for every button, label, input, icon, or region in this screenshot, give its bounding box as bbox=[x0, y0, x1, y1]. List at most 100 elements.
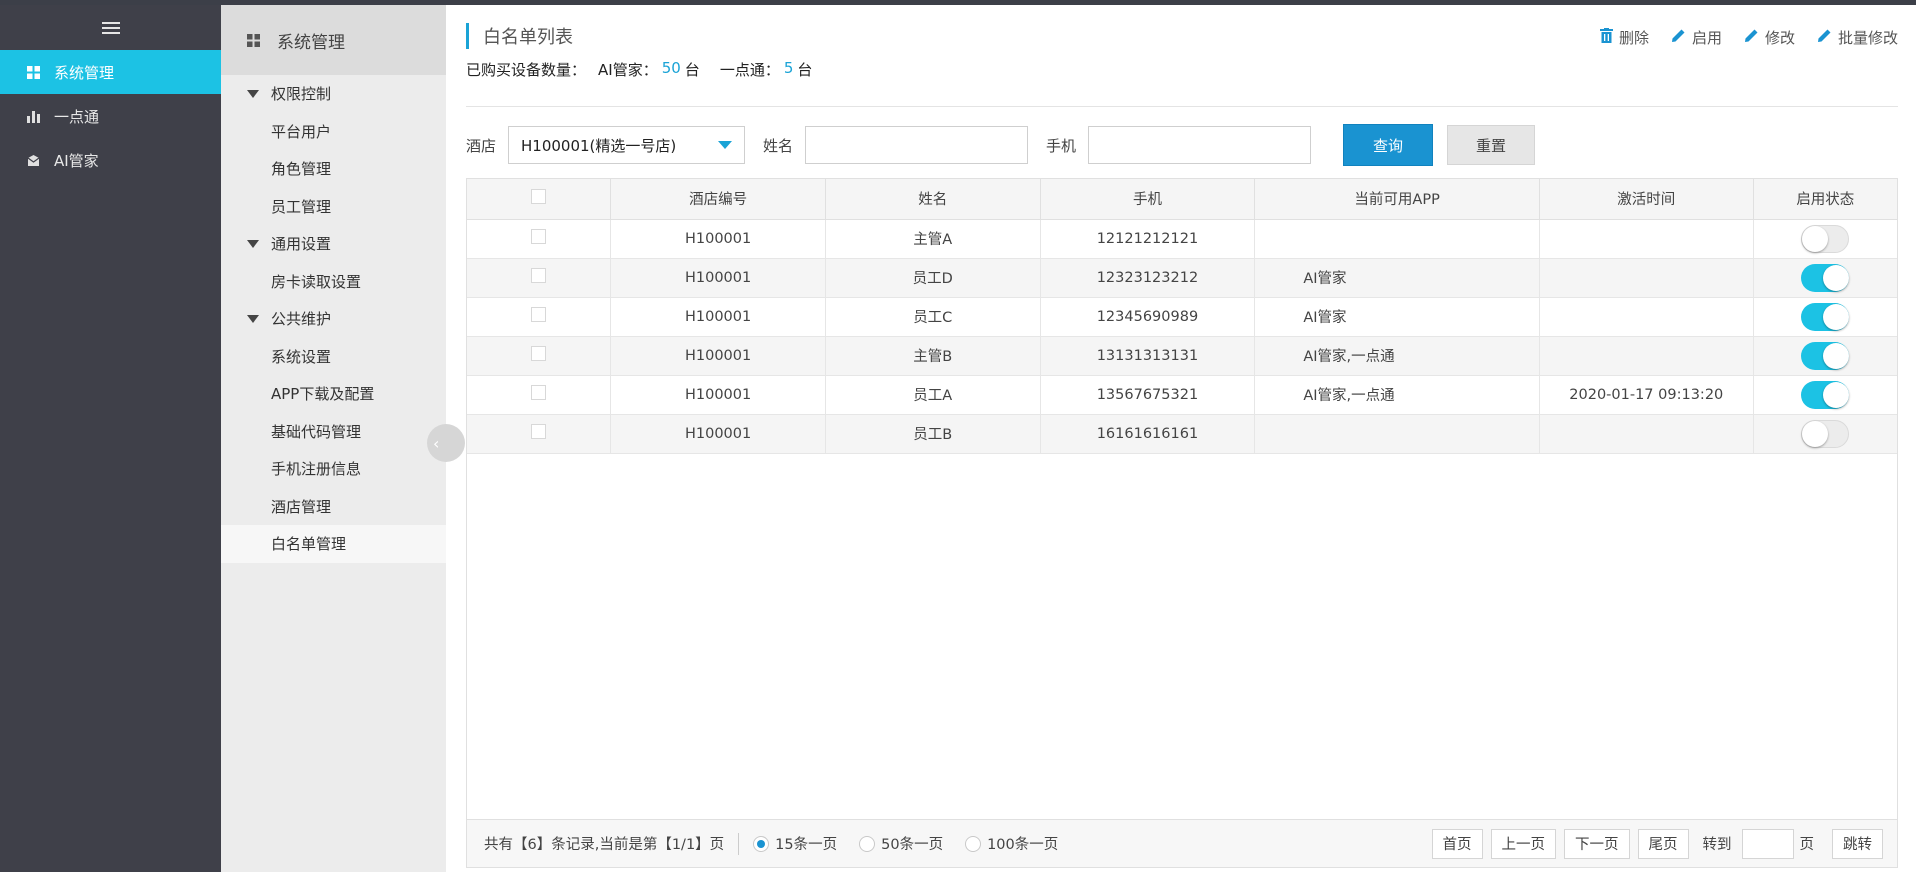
phone-cell: 16161616161 bbox=[1040, 414, 1256, 454]
submenu-group-maintenance[interactable]: 公共维护 bbox=[221, 300, 446, 338]
activation-time-cell bbox=[1539, 219, 1754, 259]
jump-button[interactable]: 跳转 bbox=[1832, 828, 1883, 859]
sidebar-item-system[interactable]: 系统管理 bbox=[0, 50, 221, 94]
delete-button[interactable]: 删除 bbox=[1599, 27, 1649, 48]
app-cell: AI管家 bbox=[1254, 258, 1540, 298]
submenu-item-staff[interactable]: 员工管理 bbox=[221, 188, 446, 226]
phone-input[interactable] bbox=[1088, 126, 1312, 164]
yidian-unit: 台 bbox=[797, 61, 813, 79]
item-label: 员工管理 bbox=[271, 197, 332, 216]
sidebar-item-ai-butler[interactable]: AI管家 bbox=[0, 138, 221, 182]
toolbar: 删除 启用 修改 批量修改 bbox=[1599, 27, 1898, 48]
status-toggle[interactable] bbox=[1801, 224, 1850, 253]
last-page-button[interactable]: 尾页 bbox=[1637, 828, 1689, 859]
activation-time-cell bbox=[1539, 297, 1754, 337]
query-button[interactable]: 查询 bbox=[1343, 124, 1434, 166]
table-row[interactable]: H100001 员工B 16161616161 bbox=[467, 414, 1897, 454]
status-toggle[interactable] bbox=[1801, 302, 1850, 331]
table-row[interactable]: H100001 员工C 12345690989 AI管家 bbox=[467, 297, 1897, 337]
submenu-group-permission[interactable]: 权限控制 bbox=[221, 75, 446, 113]
checkbox-cell bbox=[467, 336, 612, 376]
column-header: 启用状态 bbox=[1753, 179, 1897, 220]
row-checkbox[interactable] bbox=[531, 424, 547, 439]
summary-label: 已购买设备数量： bbox=[466, 61, 587, 79]
page-size-50-radio[interactable]: 50条一页 bbox=[859, 833, 943, 854]
sidebar-item-label: AI管家 bbox=[54, 151, 99, 170]
goto-label: 转到 bbox=[1702, 837, 1732, 853]
filter-bar: 酒店 H100001(精选一号店) 姓名 手机 查询 重置 bbox=[466, 122, 1536, 168]
status-cell bbox=[1753, 297, 1897, 337]
submenu-item-app-download[interactable]: APP下载及配置 bbox=[221, 375, 446, 413]
submenu-item-roles[interactable]: 角色管理 bbox=[221, 150, 446, 188]
name-input[interactable] bbox=[805, 126, 1029, 164]
page-size-100-radio[interactable]: 100条一页 bbox=[965, 833, 1058, 854]
status-toggle[interactable] bbox=[1801, 341, 1850, 370]
goto-page-input[interactable] bbox=[1741, 828, 1794, 859]
column-header: 手机 bbox=[1040, 179, 1256, 220]
batch-edit-button[interactable]: 批量修改 bbox=[1817, 27, 1898, 48]
row-checkbox[interactable] bbox=[531, 229, 547, 244]
prev-page-button[interactable]: 上一页 bbox=[1490, 828, 1556, 859]
phone-cell: 13567675321 bbox=[1040, 375, 1256, 415]
sidebar-item-yidiantong[interactable]: 一点通 bbox=[0, 94, 221, 138]
table-row[interactable]: H100001 员工D 12323123212 AI管家 bbox=[467, 258, 1897, 298]
item-label: APP下载及配置 bbox=[271, 385, 375, 404]
status-toggle[interactable] bbox=[1801, 380, 1850, 409]
submenu-item-system-settings[interactable]: 系统设置 bbox=[221, 338, 446, 376]
name-cell: 员工B bbox=[825, 414, 1041, 454]
main-content: 白名单列表 已购买设备数量： AI管家： 50 台 一点通： 5 台 删除 启用… bbox=[446, 5, 1916, 872]
submenu-item-platform-users[interactable]: 平台用户 bbox=[221, 113, 446, 151]
hotel-select[interactable]: H100001(精选一号店) bbox=[508, 126, 746, 164]
next-page-button[interactable]: 下一页 bbox=[1564, 828, 1630, 859]
edit-button[interactable]: 修改 bbox=[1744, 27, 1795, 48]
hotel-select-value: H100001(精选一号店) bbox=[521, 136, 677, 155]
submenu-header: 系统管理 bbox=[221, 5, 446, 75]
submenu-item-phone-registry[interactable]: 手机注册信息 bbox=[221, 450, 446, 488]
sidebar-item-label: 系统管理 bbox=[54, 63, 115, 82]
submenu-item-room-card[interactable]: 房卡读取设置 bbox=[221, 263, 446, 301]
ai-count: 50 bbox=[661, 59, 681, 77]
name-cell: 员工A bbox=[825, 375, 1041, 415]
app-cell: AI管家 bbox=[1254, 297, 1540, 337]
table-row[interactable]: H100001 主管A 12121212121 bbox=[467, 219, 1897, 259]
reset-button[interactable]: 重置 bbox=[1447, 125, 1536, 165]
status-toggle[interactable] bbox=[1801, 263, 1850, 292]
chevron-left-icon: ‹ bbox=[433, 433, 440, 453]
submenu-item-base-codes[interactable]: 基础代码管理 bbox=[221, 413, 446, 451]
activation-time-cell bbox=[1539, 336, 1754, 376]
menu-toggle-button[interactable] bbox=[0, 5, 221, 50]
submenu-item-hotels[interactable]: 酒店管理 bbox=[221, 488, 446, 526]
hotel-code-cell: H100001 bbox=[610, 375, 826, 415]
enable-button[interactable]: 启用 bbox=[1671, 27, 1722, 48]
main-sidebar: 系统管理 一点通 AI管家 bbox=[0, 5, 221, 872]
phone-label: 手机 bbox=[1046, 136, 1077, 155]
sidebar-item-label: 一点通 bbox=[54, 107, 100, 126]
app-cell: AI管家,一点通 bbox=[1254, 336, 1540, 376]
batch-edit-label: 批量修改 bbox=[1837, 29, 1898, 47]
column-header: 激活时间 bbox=[1539, 179, 1754, 220]
name-cell: 员工C bbox=[825, 297, 1041, 337]
status-toggle[interactable] bbox=[1801, 419, 1850, 448]
page-size-15-radio[interactable]: 15条一页 bbox=[753, 833, 837, 854]
table-row[interactable]: H100001 主管B 13131313131 AI管家,一点通 bbox=[467, 336, 1897, 376]
status-cell bbox=[1753, 336, 1897, 376]
item-label: 基础代码管理 bbox=[271, 422, 362, 441]
activation-time-cell bbox=[1539, 414, 1754, 454]
app-cell bbox=[1254, 219, 1540, 259]
record-summary: 共有【6】条记录,当前是第【1/1】页 bbox=[484, 837, 725, 853]
row-checkbox[interactable] bbox=[531, 385, 547, 400]
select-all-checkbox[interactable] bbox=[531, 189, 547, 205]
submenu-item-whitelist[interactable]: 白名单管理 bbox=[221, 525, 446, 563]
edit-label: 修改 bbox=[1764, 29, 1795, 47]
submenu-group-general[interactable]: 通用设置 bbox=[221, 225, 446, 263]
row-checkbox[interactable] bbox=[531, 346, 547, 361]
hotel-code-cell: H100001 bbox=[610, 414, 826, 454]
item-label: 手机注册信息 bbox=[271, 460, 362, 479]
table-row[interactable]: H100001 员工A 13567675321 AI管家,一点通 2020-01-17 … bbox=[467, 375, 1897, 415]
first-page-button[interactable]: 首页 bbox=[1431, 828, 1483, 859]
hotel-code-cell: H100001 bbox=[610, 258, 826, 298]
pagination-bar: 共有【6】条记录,当前是第【1/1】页 15条一页 50条一页 100条一页 首… bbox=[467, 819, 1897, 867]
row-checkbox[interactable] bbox=[531, 307, 547, 322]
dropdown-arrow-icon bbox=[718, 141, 733, 149]
row-checkbox[interactable] bbox=[531, 268, 547, 283]
